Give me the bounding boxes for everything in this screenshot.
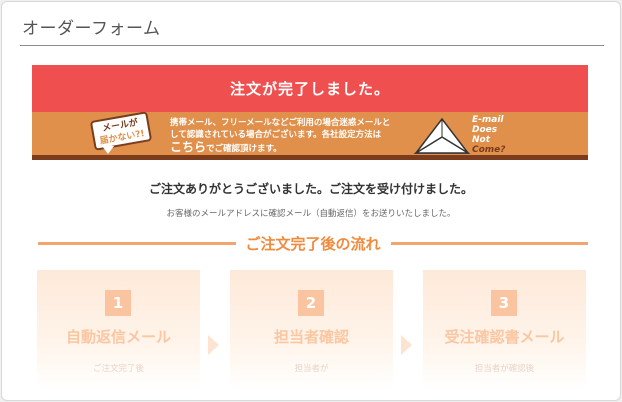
mail-not-received-banner[interactable]: メールが 届かない?! 携帯メール、フリーメールなどご利用の場合迷惑メールと し… (32, 112, 588, 160)
mail-notice-line2: して認識されている場合がございます。各社設定方法は (170, 130, 382, 140)
flow-heading-line-right (390, 241, 589, 245)
page-title: オーダーフォーム (22, 19, 161, 39)
flow-step-3: 3 受注確認書メール 担当者が確認後 (423, 270, 586, 390)
step-number: 3 (491, 290, 517, 316)
email-label-2: Does (472, 125, 498, 135)
step-description: ご注文完了後 (92, 364, 144, 374)
flow-arrow-2 (401, 335, 412, 355)
flow-heading: ご注文完了後の流れ (38, 232, 589, 254)
speech-bubble: メールが 届かない?! (89, 112, 153, 151)
mail-notice-text: 携帯メール、フリーメールなどご利用の場合迷惑メールと して認識されている場合がご… (170, 117, 430, 155)
email-label-4: Come? (472, 145, 506, 155)
banner-stripe (32, 155, 588, 160)
flow-heading-text: ご注文完了後の流れ (245, 234, 381, 253)
speech-bubble-tail (102, 146, 114, 154)
email-not-come-label: E-mail Does Not Come? (472, 115, 506, 155)
step-number: 2 (298, 290, 324, 316)
flow-arrow-1 (208, 335, 219, 355)
step-title: 担当者確認 (273, 328, 349, 346)
email-label-3: Not (472, 135, 491, 145)
step-title: 受注確認書メール (444, 328, 565, 346)
order-form-panel: オーダーフォーム 注文が完了しました。 メールが 届かない?! 携帯メール、フリ… (1, 1, 621, 401)
step-description: 担当者が確認後 (474, 364, 535, 374)
flow-step-2: 2 担当者確認 担当者が (230, 270, 393, 390)
mail-notice-line1: 携帯メール、フリーメールなどご利用の場合迷惑メールと (170, 118, 391, 128)
flow-heading-line-left (38, 241, 236, 245)
step-description: 担当者が (294, 364, 329, 374)
settings-link[interactable]: こちら (170, 140, 206, 154)
thanks-message: ご注文ありがとうございました。ご注文を受け付けました。 (148, 182, 473, 196)
envelope-icon (413, 117, 471, 154)
auto-reply-notice: お客様のメールアドレスに確認メール（自動返信）をお送りいたしました。 (166, 209, 456, 219)
step-number: 1 (105, 290, 131, 316)
flow-step-1: 1 自動返信メール ご注文完了後 (37, 270, 200, 390)
title-divider (20, 45, 604, 46)
step-title: 自動返信メール (65, 328, 171, 346)
email-label-1: E-mail (472, 115, 504, 125)
mail-notice-line3: でご確認頂けます。 (206, 144, 282, 154)
order-complete-banner: 注文が完了しました。 (32, 65, 588, 112)
order-complete-text: 注文が完了しました。 (229, 80, 390, 98)
